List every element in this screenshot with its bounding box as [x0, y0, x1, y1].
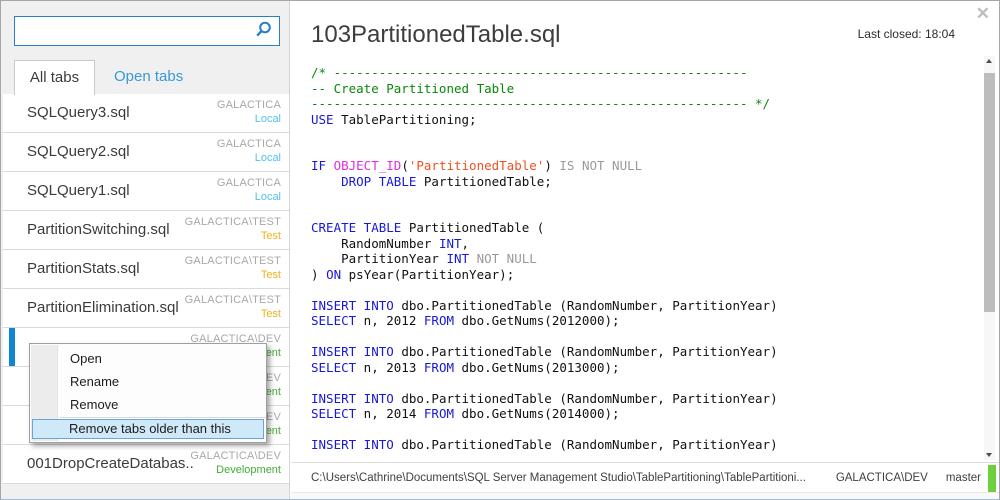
list-item[interactable]: SQLQuery3.sql GALACTICA Local [3, 94, 289, 133]
preview-panel: ✕ 103PartitionedTable.sql Last closed: 1… [291, 1, 999, 499]
menu-separator [60, 417, 266, 418]
preview-title: 103PartitionedTable.sql [311, 21, 561, 49]
file-name: SQLQuery3.sql [27, 94, 130, 132]
code-line: /* -------------------------------------… [311, 65, 969, 81]
status-bar: C:\Users\Cathrine\Documents\SQL Server M… [291, 462, 999, 494]
code-line: INSERT INTO dbo.PartitionedTable (Random… [311, 298, 969, 314]
file-name: PartitionStats.sql [27, 250, 140, 288]
code-area: /* -------------------------------------… [311, 65, 969, 453]
row-labels: GALACTICA\TEST Test [185, 255, 281, 283]
environment-indicator [988, 465, 996, 492]
tab-all-tabs[interactable]: All tabs [14, 60, 95, 95]
row-environment: Test [185, 229, 281, 244]
row-environment: Test [185, 268, 281, 283]
code-line: RandomNumber INT, [311, 236, 969, 252]
row-environment: Local [217, 112, 281, 127]
file-name: SQLQuery1.sql [27, 172, 130, 210]
code-line [311, 375, 969, 391]
status-database: master [946, 472, 981, 484]
search-box [14, 16, 280, 46]
code-line: IF OBJECT_ID('PartitionedTable') IS NOT … [311, 158, 969, 174]
bottom-strip [291, 492, 999, 499]
row-environment: Local [217, 151, 281, 166]
code-line [311, 189, 969, 205]
row-server: GALACTICA [217, 177, 281, 190]
code-line [311, 329, 969, 345]
code-line: ----------------------------------------… [311, 96, 969, 112]
scroll-up-icon[interactable] [986, 59, 992, 63]
list-item[interactable]: PartitionStats.sql GALACTICA\TEST Test [3, 250, 289, 289]
menu-item-open[interactable]: Open [30, 347, 266, 370]
scrollbar-thumb[interactable] [984, 73, 995, 312]
search-icon [254, 27, 273, 42]
code-line: SELECT n, 2014 FROM dbo.GetNums(2014000)… [311, 406, 969, 422]
selection-indicator [9, 328, 15, 366]
close-icon: ✕ [976, 4, 990, 23]
close-button[interactable]: ✕ [971, 3, 995, 24]
context-menu: Open Rename Remove Remove tabs older tha… [29, 343, 267, 443]
code-line [311, 143, 969, 159]
search-button[interactable] [250, 20, 276, 42]
code-line: SELECT n, 2013 FROM dbo.GetNums(2013000)… [311, 360, 969, 376]
code-line: SELECT n, 2012 FROM dbo.GetNums(2012000)… [311, 313, 969, 329]
status-right: GALACTICA\DEV master [830, 472, 981, 484]
row-labels: GALACTICA Local [217, 99, 281, 127]
list-item[interactable]: PartitionElimination.sql GALACTICA\TEST … [3, 289, 289, 328]
row-server: GALACTICA\TEST [185, 255, 281, 268]
row-server: GALACTICA\DEV [190, 450, 281, 463]
tab-open-tabs[interactable]: Open tabs [103, 60, 194, 95]
row-server: GALACTICA [217, 99, 281, 112]
code-line: DROP TABLE PartitionedTable; [311, 174, 969, 190]
row-labels: GALACTICA\DEV Development [190, 450, 281, 478]
code-line: PartitionYear INT NOT NULL [311, 251, 969, 267]
code-line: USE TablePartitioning; [311, 112, 969, 128]
row-server: GALACTICA\TEST [185, 216, 281, 229]
menu-item-remove-tabs-older[interactable]: Remove tabs older than this [32, 419, 264, 439]
list-item[interactable]: 001DropCreateDatabas... GALACTICA\DEV De… [3, 445, 289, 484]
last-closed-label: Last closed: 18:04 [858, 27, 955, 41]
closed-tabs-popup: All tabs Open tabs SQLQuery3.sql GALACTI… [0, 0, 1000, 500]
row-labels: GALACTICA Local [217, 138, 281, 166]
list-item[interactable]: SQLQuery2.sql GALACTICA Local [3, 133, 289, 172]
code-line: INSERT INTO dbo.PartitionedTable (Random… [311, 344, 969, 360]
code-line: ) ON psYear(PartitionYear); [311, 267, 969, 283]
code-line: -- Create Partitioned Table [311, 81, 969, 97]
code-line [311, 205, 969, 221]
list-item[interactable]: SQLQuery1.sql GALACTICA Local [3, 172, 289, 211]
row-server: GALACTICA\TEST [185, 294, 281, 307]
row-environment: Development [190, 463, 281, 478]
menu-item-rename[interactable]: Rename [30, 370, 266, 393]
code-line: INSERT INTO dbo.PartitionedTable (Random… [311, 437, 969, 453]
code-line: CREATE TABLE PartitionedTable ( [311, 220, 969, 236]
file-path: C:\Users\Cathrine\Documents\SQL Server M… [311, 472, 806, 484]
row-environment: Test [185, 307, 281, 322]
code-line: INSERT INTO dbo.PartitionedTable (Random… [311, 391, 969, 407]
code-line [311, 422, 969, 438]
file-name: PartitionSwitching.sql [27, 211, 170, 249]
code-line [311, 282, 969, 298]
code-line [311, 127, 969, 143]
row-server: GALACTICA [217, 138, 281, 151]
row-labels: GALACTICA\TEST Test [185, 216, 281, 244]
scrollbar[interactable] [984, 56, 995, 460]
search-input[interactable] [20, 19, 252, 45]
menu-item-remove[interactable]: Remove [30, 393, 266, 416]
status-server: GALACTICA\DEV [836, 472, 928, 484]
list-item[interactable]: PartitionSwitching.sql GALACTICA\TEST Te… [3, 211, 289, 250]
file-name: SQLQuery2.sql [27, 133, 130, 171]
row-labels: GALACTICA\TEST Test [185, 294, 281, 322]
file-name: PartitionElimination.sql [27, 289, 179, 327]
row-environment: Local [217, 190, 281, 205]
scroll-down-icon[interactable] [986, 453, 992, 457]
row-labels: GALACTICA Local [217, 177, 281, 205]
file-name: 001DropCreateDatabas... [27, 445, 195, 483]
